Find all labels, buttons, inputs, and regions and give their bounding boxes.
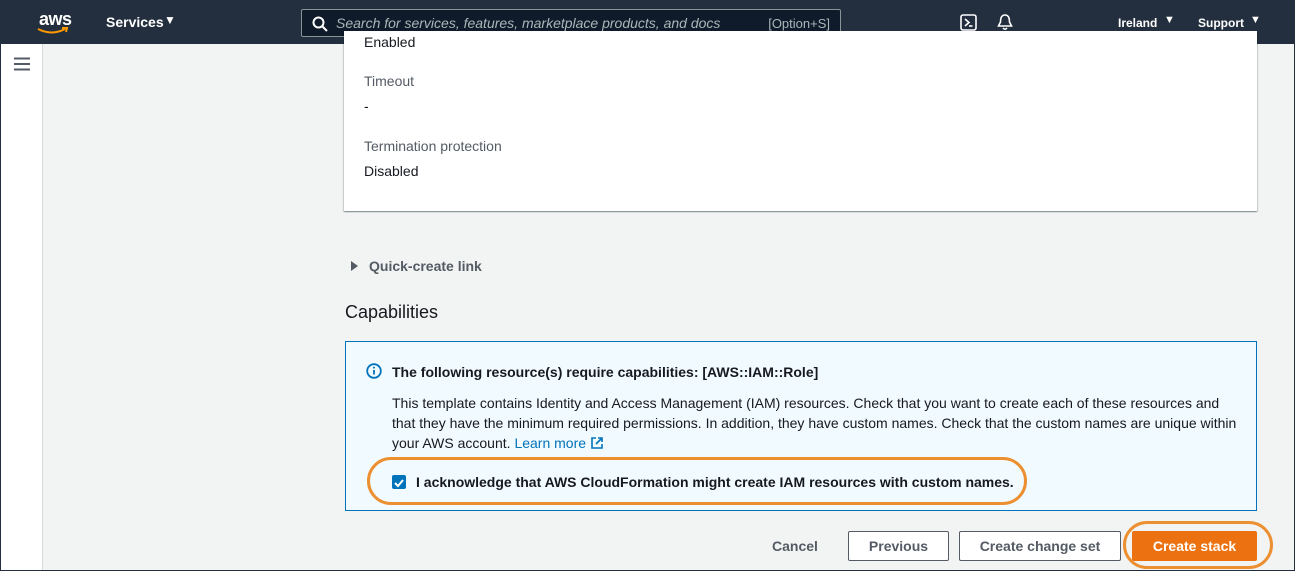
notifications-bell-icon[interactable]: [996, 13, 1014, 31]
create-change-set-button[interactable]: Create change set: [959, 531, 1121, 561]
support-caret-icon[interactable]: ▼: [1250, 14, 1261, 26]
search-shortcut: [Option+S]: [768, 16, 830, 31]
cancel-button[interactable]: Cancel: [772, 538, 818, 554]
services-caret-icon[interactable]: ▼: [164, 13, 176, 27]
learn-more-link[interactable]: Learn more: [514, 435, 604, 451]
termination-protection-value: Disabled: [364, 163, 419, 179]
external-link-icon: [591, 437, 603, 449]
search-input[interactable]: [336, 13, 736, 33]
acknowledge-highlight-outline: [367, 457, 1027, 505]
aws-logo[interactable]: aws: [37, 9, 77, 37]
stack-options-card: Enabled Timeout - Termination protection…: [344, 31, 1257, 211]
aws-smile-icon: [37, 27, 69, 34]
caret-right-icon: [351, 261, 358, 271]
services-menu[interactable]: Services: [106, 14, 164, 30]
learn-more-label: Learn more: [514, 435, 587, 451]
timeout-label: Timeout: [364, 73, 415, 89]
hamburger-menu-icon[interactable]: [14, 57, 30, 71]
capabilities-heading: Capabilities: [345, 302, 439, 322]
app-frame: aws Services ▼ [Option+S] Ireland: [0, 0, 1295, 571]
quick-create-link-expander[interactable]: Quick-create link: [351, 258, 482, 274]
termination-protection-label: Termination protection: [364, 138, 502, 154]
search-icon: [312, 16, 328, 32]
previous-button[interactable]: Previous: [848, 531, 949, 561]
alert-title: The following resource(s) require capabi…: [392, 364, 819, 380]
cloudshell-icon[interactable]: [960, 14, 977, 31]
quick-create-link-label: Quick-create link: [369, 258, 482, 274]
info-icon: [366, 363, 382, 379]
side-navigation-rail: [1, 44, 43, 570]
region-caret-icon[interactable]: ▼: [1164, 14, 1175, 26]
alert-body: This template contains Identity and Acce…: [392, 393, 1242, 453]
create-stack-highlight-outline: [1123, 521, 1273, 569]
partial-value: Enabled: [364, 34, 416, 50]
timeout-value: -: [364, 98, 369, 114]
support-menu[interactable]: Support: [1198, 16, 1244, 30]
region-selector[interactable]: Ireland: [1118, 16, 1157, 30]
